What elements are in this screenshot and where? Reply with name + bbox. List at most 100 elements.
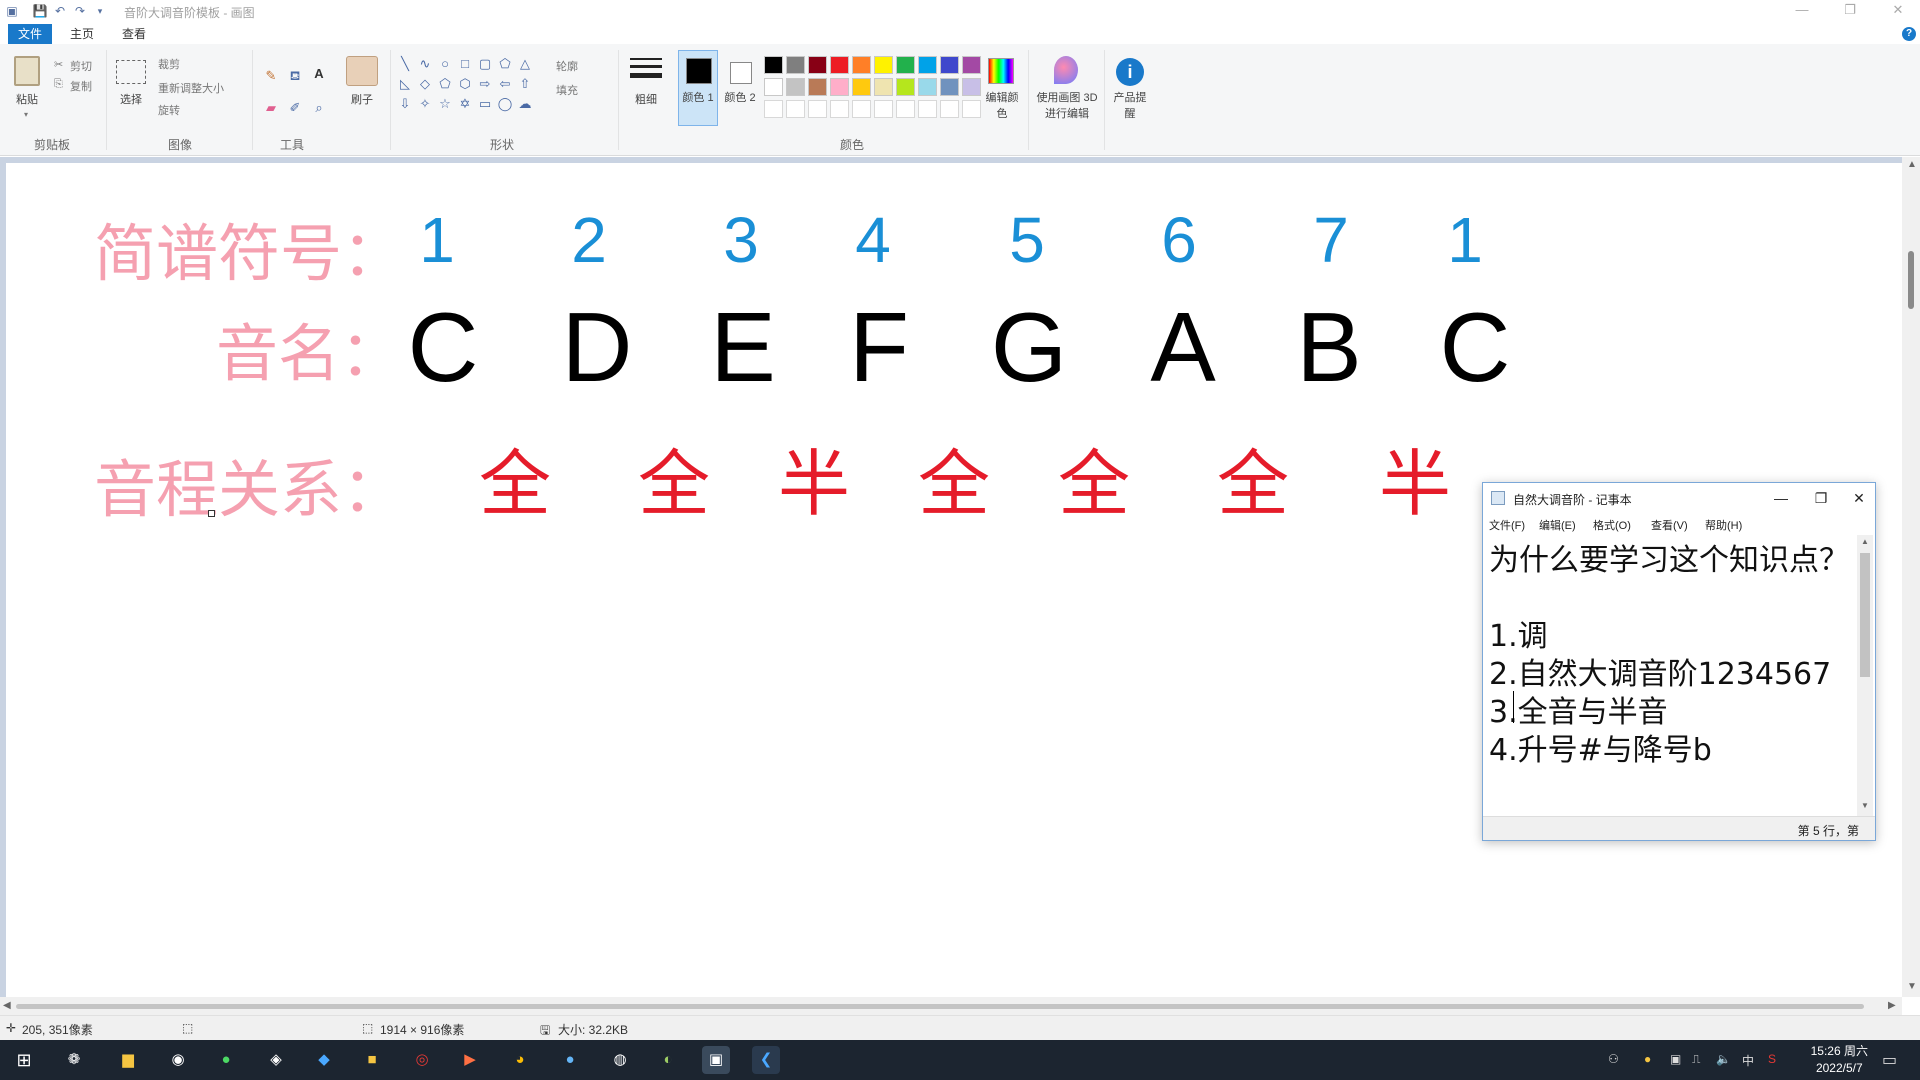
line-shape-icon[interactable]: ╲ [396,56,414,72]
help-icon[interactable]: ? [1902,27,1916,41]
color-swatch[interactable] [764,56,783,74]
color-swatch[interactable] [852,56,871,74]
custom-color-slot[interactable] [874,100,893,118]
color-swatch[interactable] [896,78,915,96]
app-icon[interactable]: ● [556,1046,584,1074]
custom-color-slot[interactable] [830,100,849,118]
tab-home[interactable]: 主页 [62,24,102,44]
rounded-rect-shape-icon[interactable]: ▢ [476,56,494,72]
qq-icon[interactable]: ◉ [164,1046,192,1074]
paint-taskbar-icon[interactable]: ▣ [702,1046,730,1074]
paint3d-icon[interactable] [1054,56,1078,84]
tray-icon[interactable]: ● [1644,1052,1651,1066]
eraser-icon[interactable]: ▰ [262,100,280,116]
tray-icon[interactable]: ▣ [1670,1052,1681,1066]
paste-dropdown-icon[interactable]: ▾ [24,110,28,119]
custom-color-slot[interactable] [918,100,937,118]
outline-button[interactable]: 轮廓 [556,58,578,74]
custom-color-slot[interactable] [808,100,827,118]
maximize-button[interactable]: ❐ [1830,0,1870,22]
custom-color-slot[interactable] [940,100,959,118]
copy-icon[interactable]: ⎘ [54,78,63,91]
color-swatch[interactable] [786,78,805,96]
notepad-vertical-scrollbar[interactable]: ▲ ▼ [1857,535,1873,816]
menu-format[interactable]: 格式(O) [1593,517,1631,533]
undo-icon[interactable]: ↶ [52,3,68,19]
color-swatch[interactable] [918,78,937,96]
notepad-minimize-button[interactable]: — [1766,487,1796,509]
text-icon[interactable]: A [310,66,328,81]
app-icon[interactable]: ◐ [654,1046,682,1074]
close-button[interactable]: ✕ [1878,0,1918,22]
six-point-star-shape-icon[interactable]: ✡ [456,96,474,112]
color-swatch[interactable] [830,78,849,96]
oval-callout-shape-icon[interactable]: ◯ [496,96,514,112]
horizontal-scrollbar[interactable]: ◀ ▶ [0,997,1902,1015]
edit-colors-button[interactable]: 编辑颜色 [982,90,1022,122]
product-alert-button[interactable]: 产品提醒 [1112,90,1148,122]
custom-color-slot[interactable] [786,100,805,118]
custom-color-slot[interactable] [852,100,871,118]
down-arrow-shape-icon[interactable]: ⇩ [396,96,414,112]
menu-view[interactable]: 查看(V) [1651,517,1688,533]
curve-shape-icon[interactable]: ∿ [416,56,434,72]
color2-swatch[interactable] [730,62,752,84]
color-swatch[interactable] [874,78,893,96]
rotate-button[interactable]: 旋转 [158,102,180,118]
color-swatch[interactable] [764,78,783,96]
five-point-star-shape-icon[interactable]: ☆ [436,96,454,112]
start-icon[interactable]: ⊞ [10,1046,38,1074]
tab-view[interactable]: 查看 [114,24,154,44]
copy-button[interactable]: 复制 [70,78,92,94]
triangle-shape-icon[interactable]: △ [516,56,534,72]
cut-icon[interactable]: ✂ [54,58,63,71]
people-icon[interactable]: ⚇ [1608,1052,1619,1066]
color-picker-icon[interactable]: ✐ [286,100,304,116]
notepad-close-button[interactable]: ✕ [1844,487,1874,509]
app-icon[interactable]: ❁ [60,1046,88,1074]
brushes-button[interactable]: 刷子 [346,92,378,108]
fill-button[interactable]: 填充 [556,82,578,98]
color-swatch[interactable] [874,56,893,74]
cloud-callout-shape-icon[interactable]: ☁ [516,96,534,112]
left-arrow-shape-icon[interactable]: ⇦ [496,76,514,92]
oval-shape-icon[interactable]: ○ [436,56,454,71]
file-explorer-icon[interactable]: ▆ [114,1046,142,1074]
save-icon[interactable]: 💾 [32,3,48,19]
polygon-shape-icon[interactable]: ⬠ [496,56,514,72]
netease-music-icon[interactable]: ◎ [408,1046,436,1074]
canvas-resize-handle[interactable] [208,510,215,517]
notification-icon[interactable]: ▭ [1882,1050,1897,1070]
color-swatch[interactable] [896,56,915,74]
app-icon[interactable]: ▶ [456,1046,484,1074]
resize-button[interactable]: 重新调整大小 [158,80,224,96]
up-arrow-shape-icon[interactable]: ⇧ [516,76,534,92]
app-icon[interactable]: ■ [358,1046,386,1074]
color-swatch[interactable] [962,78,981,96]
tab-file[interactable]: 文件 [8,24,53,44]
volume-icon[interactable]: 🔈 [1716,1052,1731,1066]
redo-icon[interactable]: ↷ [72,3,88,19]
paint-app-icon[interactable]: ▣ [4,3,20,19]
color1-swatch[interactable] [686,58,712,84]
scroll-up-icon[interactable]: ▲ [1907,159,1917,170]
app-icon[interactable]: ◆ [310,1046,338,1074]
pencil-icon[interactable]: ✎ [262,68,280,84]
minimize-button[interactable]: — [1782,0,1822,22]
select-button[interactable]: 选择 [116,92,146,108]
notepad-window[interactable]: 自然大调音阶 - 记事本 — ❐ ✕ 文件(F) 编辑(E) 格式(O) 查看(… [1482,482,1876,841]
rect-callout-shape-icon[interactable]: ▭ [476,96,494,112]
magnifier-icon[interactable]: ⌕ [310,100,328,116]
pentagon-shape-icon[interactable]: ⬠ [436,76,454,92]
quick-access-dropdown-icon[interactable]: ▾ [92,3,108,19]
hexagon-shape-icon[interactable]: ⬡ [456,76,474,92]
right-arrow-shape-icon[interactable]: ⇨ [476,76,494,92]
app-icon[interactable]: ❮ [752,1046,780,1074]
rectangle-shape-icon[interactable]: □ [456,56,474,71]
info-icon[interactable]: i [1116,58,1144,86]
edit-colors-icon[interactable] [988,58,1014,84]
network-icon[interactable]: ⎍ [1692,1052,1700,1067]
wechat-icon[interactable]: ● [212,1046,240,1074]
notepad-scroll-thumb[interactable] [1860,553,1870,677]
vertical-scroll-thumb[interactable] [1908,251,1914,309]
